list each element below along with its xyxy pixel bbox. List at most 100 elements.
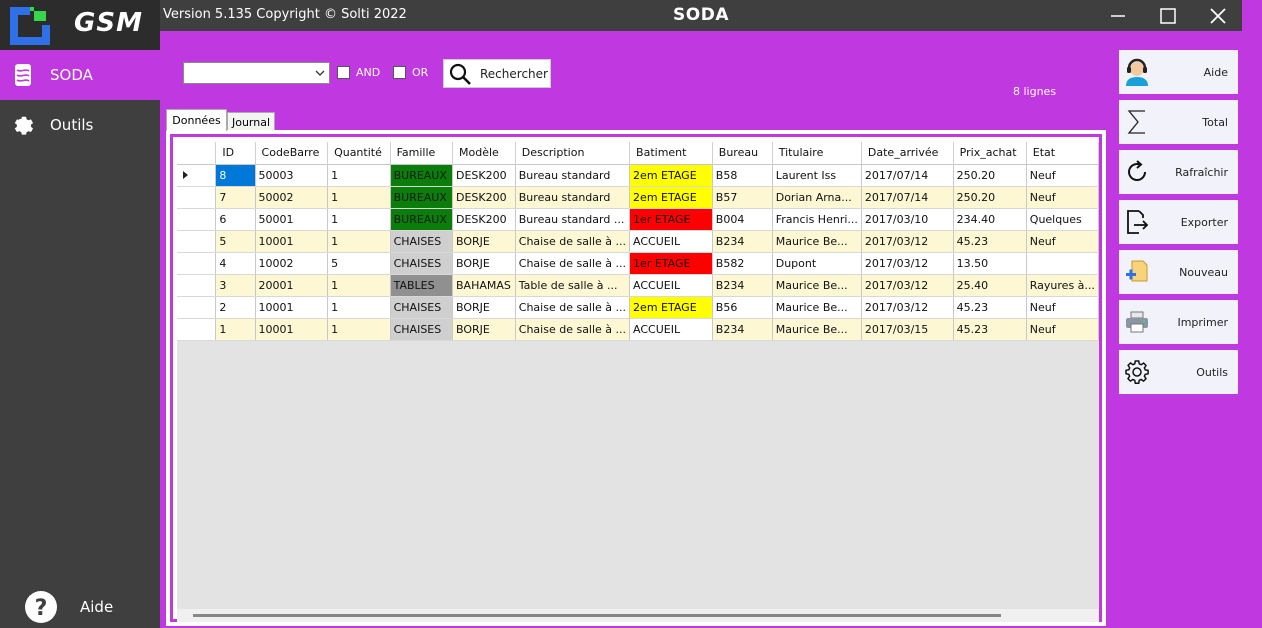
table-cell[interactable]	[1026, 252, 1099, 275]
table-cell[interactable]: 2	[215, 296, 256, 319]
table-cell[interactable]: TABLES	[390, 274, 454, 297]
table-cell[interactable]: Neuf	[1026, 164, 1099, 187]
table-cell[interactable]: 50003	[255, 164, 329, 187]
row-selector[interactable]	[177, 164, 217, 187]
table-cell[interactable]: B004	[712, 208, 773, 231]
table-cell[interactable]: 2017/03/15	[861, 318, 954, 341]
column-header[interactable]: CodeBarre	[255, 142, 329, 165]
column-header[interactable]: Modèle	[452, 142, 516, 165]
table-cell[interactable]: Bureau standard	[515, 164, 631, 187]
table-cell[interactable]: Maurice Be...	[772, 230, 862, 253]
table-cell[interactable]: 2em ETAGE	[629, 296, 713, 319]
table-cell[interactable]: 7	[215, 186, 256, 209]
table-cell[interactable]: 50001	[255, 208, 329, 231]
table-cell[interactable]: DESK200	[452, 164, 516, 187]
table-cell[interactable]: 1er ETAGE	[629, 208, 713, 231]
table-cell[interactable]: Dupont	[772, 252, 862, 275]
table-cell[interactable]: Neuf	[1026, 296, 1099, 319]
table-cell[interactable]: 1	[327, 274, 391, 297]
refresh-button[interactable]: Rafraîchir	[1119, 150, 1238, 194]
table-cell[interactable]: BORJE	[452, 318, 516, 341]
sidebar-item-outils[interactable]: Outils	[0, 100, 160, 150]
scrollbar-thumb[interactable]	[193, 614, 1001, 617]
table-cell[interactable]: 6	[215, 208, 256, 231]
table-row[interactable]: 1 10001 1 CHAISES BORJE Chaise de salle …	[177, 318, 1099, 341]
table-cell[interactable]: Chaise de salle à ...	[515, 252, 631, 275]
table-cell[interactable]: 5	[327, 252, 391, 275]
table-row[interactable]: 7 50002 1 BUREAUX DESK200 Bureau standar…	[177, 186, 1099, 209]
table-cell[interactable]: Chaise de salle à ...	[515, 318, 631, 341]
table-cell[interactable]: CHAISES	[390, 296, 454, 319]
table-cell[interactable]: BUREAUX	[390, 186, 454, 209]
table-cell[interactable]: 8	[215, 164, 256, 187]
and-checkbox[interactable]	[337, 66, 350, 79]
row-selector[interactable]	[177, 296, 217, 319]
row-selector[interactable]	[177, 208, 217, 231]
row-selector[interactable]	[177, 230, 217, 253]
search-combo[interactable]	[183, 62, 330, 84]
table-cell[interactable]: CHAISES	[390, 230, 454, 253]
table-cell[interactable]: Rayures à...	[1026, 274, 1099, 297]
table-cell[interactable]: 234.40	[953, 208, 1027, 231]
column-header[interactable]: Batiment	[629, 142, 713, 165]
table-cell[interactable]: 1	[327, 208, 391, 231]
table-row[interactable]: 5 10001 1 CHAISES BORJE Chaise de salle …	[177, 230, 1099, 253]
column-header[interactable]: Description	[515, 142, 631, 165]
tools-action-button[interactable]: Outils	[1119, 350, 1238, 394]
print-button[interactable]: Imprimer	[1119, 300, 1238, 344]
table-cell[interactable]: B234	[712, 274, 773, 297]
table-cell[interactable]: Bureau standard ...	[515, 208, 631, 231]
table-cell[interactable]: 45.23	[953, 318, 1027, 341]
table-cell[interactable]: Laurent Iss	[772, 164, 862, 187]
table-cell[interactable]: DESK200	[452, 208, 516, 231]
table-cell[interactable]: 10001	[255, 230, 329, 253]
table-cell[interactable]: 1	[327, 164, 391, 187]
table-cell[interactable]: BAHAMAS	[452, 274, 516, 297]
table-cell[interactable]: 10001	[255, 296, 329, 319]
tab-donnees[interactable]: Données	[166, 109, 227, 131]
export-button[interactable]: Exporter	[1119, 200, 1238, 244]
table-cell[interactable]: B57	[712, 186, 773, 209]
table-cell[interactable]: 5	[215, 230, 256, 253]
column-header[interactable]: Titulaire	[772, 142, 862, 165]
close-button[interactable]	[1194, 0, 1242, 31]
row-selector[interactable]	[177, 274, 217, 297]
table-cell[interactable]: 250.20	[953, 164, 1027, 187]
table-cell[interactable]: Chaise de salle à ...	[515, 230, 631, 253]
column-header[interactable]: Famille	[390, 142, 454, 165]
table-row[interactable]: 6 50001 1 BUREAUX DESK200 Bureau standar…	[177, 208, 1099, 231]
table-cell[interactable]: 2017/07/14	[861, 186, 954, 209]
table-cell[interactable]: Maurice Be...	[772, 296, 862, 319]
table-cell[interactable]: B234	[712, 318, 773, 341]
total-button[interactable]: Total	[1119, 100, 1238, 144]
table-cell[interactable]: 2em ETAGE	[629, 186, 713, 209]
tab-journal[interactable]: Journal	[227, 112, 275, 131]
sidebar-help-button[interactable]: ? Aide	[0, 582, 160, 628]
table-row[interactable]: 8 50003 1 BUREAUX DESK200 Bureau standar…	[177, 164, 1099, 187]
table-cell[interactable]: 20001	[255, 274, 329, 297]
table-cell[interactable]: 2017/03/12	[861, 274, 954, 297]
table-cell[interactable]: ACCUEIL	[629, 230, 713, 253]
table-cell[interactable]: Table de salle à ...	[515, 274, 631, 297]
table-row[interactable]: 2 10001 1 CHAISES BORJE Chaise de salle …	[177, 296, 1099, 319]
table-cell[interactable]: Neuf	[1026, 186, 1099, 209]
table-cell[interactable]: 1	[215, 318, 256, 341]
minimize-button[interactable]	[1094, 0, 1142, 31]
or-checkbox[interactable]	[393, 66, 406, 79]
table-cell[interactable]: CHAISES	[390, 318, 454, 341]
table-cell[interactable]: BORJE	[452, 252, 516, 275]
column-header[interactable]: ID	[215, 142, 256, 165]
maximize-button[interactable]	[1144, 0, 1192, 31]
column-header[interactable]: Prix_achat	[953, 142, 1027, 165]
table-cell[interactable]: Neuf	[1026, 230, 1099, 253]
table-cell[interactable]: 2017/03/12	[861, 296, 954, 319]
table-cell[interactable]: DESK200	[452, 186, 516, 209]
table-cell[interactable]: 250.20	[953, 186, 1027, 209]
table-cell[interactable]: 3	[215, 274, 256, 297]
table-cell[interactable]: 1er ETAGE	[629, 252, 713, 275]
table-cell[interactable]: 45.23	[953, 296, 1027, 319]
table-cell[interactable]: BORJE	[452, 230, 516, 253]
table-cell[interactable]: ACCUEIL	[629, 274, 713, 297]
table-cell[interactable]: 2em ETAGE	[629, 164, 713, 187]
help-action-button[interactable]: Aide	[1119, 50, 1238, 94]
